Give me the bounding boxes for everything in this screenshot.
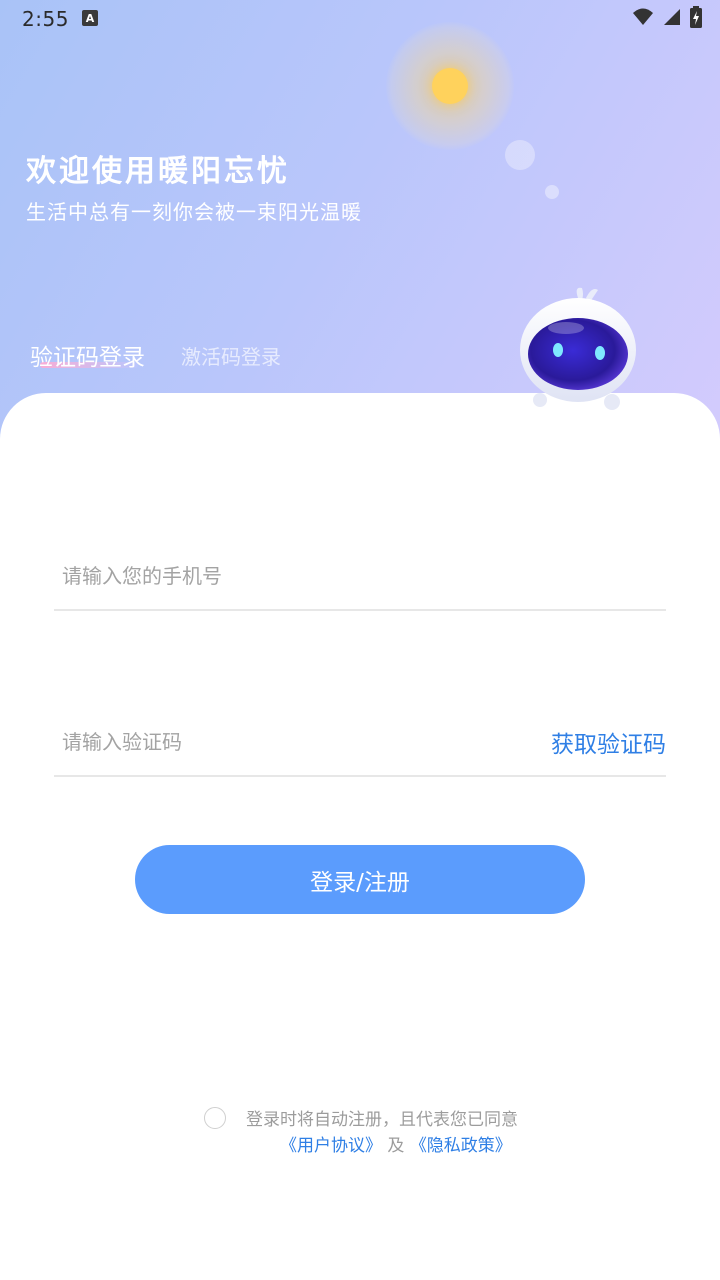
welcome-subtitle: 生活中总有一刻你会被一束阳光温暖: [26, 200, 362, 224]
battery-charging-icon: [690, 6, 702, 28]
sun-icon: [432, 68, 468, 104]
login-register-button[interactable]: 登录/注册: [135, 845, 585, 914]
cell-signal-icon: [664, 9, 680, 25]
tab-activation-code-login[interactable]: 激活码登录: [181, 341, 281, 370]
status-bar: 2:55 A: [0, 0, 720, 36]
agreement-links: 《用户协议》 及 《隐私政策》: [280, 1131, 512, 1156]
privacy-policy-link[interactable]: 《隐私政策》: [410, 1136, 512, 1156]
agreement-and-text: 及: [387, 1136, 405, 1156]
phone-input[interactable]: [60, 543, 534, 609]
agreement-text: 登录时将自动注册，且代表您已同意: [246, 1110, 518, 1130]
user-agreement-link[interactable]: 《用户协议》: [280, 1136, 382, 1156]
bubble-decoration: [545, 185, 559, 199]
status-icons: [632, 6, 702, 28]
wifi-icon: [633, 8, 653, 25]
agreement-checkbox[interactable]: [204, 1107, 226, 1129]
welcome-title: 欢迎使用暖阳忘忧: [26, 154, 290, 189]
tab-sms-code-login[interactable]: 验证码登录: [30, 338, 145, 372]
phone-field: [54, 543, 666, 611]
robot-mascot-icon: [520, 287, 636, 410]
get-code-button[interactable]: 获取验证码: [551, 725, 666, 759]
code-field: 获取验证码: [54, 709, 666, 777]
bubble-decoration: [505, 140, 535, 170]
a-notification-icon: A: [82, 10, 98, 26]
status-time: 2:55: [22, 7, 69, 31]
verification-code-input[interactable]: [60, 709, 534, 775]
